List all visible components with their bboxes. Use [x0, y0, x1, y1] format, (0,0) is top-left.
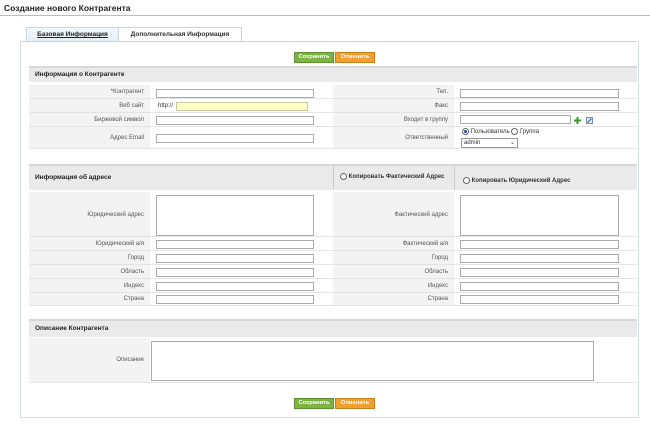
tab-basic-info-label: Базовая Информация [37, 31, 108, 38]
actual-pobox-input[interactable] [460, 240, 619, 249]
legal-country-input[interactable] [156, 295, 314, 304]
copy-actual-option[interactable]: Копировать Фактический Адрес [340, 173, 452, 181]
legal-city-label: Город [127, 255, 144, 261]
legal-city-input[interactable] [156, 254, 314, 263]
group-label: Входит в группу [403, 117, 448, 123]
legal-zip-label: Индекс [123, 283, 144, 289]
email-label: Адрес Email [110, 135, 144, 141]
owner-label: Ответственный [405, 135, 448, 141]
copy-legal-label: Копировать Юридический Адрес [471, 178, 571, 185]
description-label: Описание [116, 357, 144, 363]
address-header-divider [333, 164, 334, 190]
copy-actual-label: Копировать Фактический Адрес [348, 174, 445, 181]
actual-pobox-label: Фактический а/я [402, 241, 448, 247]
actual-region-label: Область [424, 269, 448, 275]
section-address-title: Информация об адресе [35, 174, 112, 181]
tab-basic-info[interactable]: Базовая Информация [26, 27, 119, 41]
email-input[interactable] [156, 134, 314, 143]
actual-region-input[interactable] [460, 268, 619, 277]
title-divider [0, 15, 650, 16]
section-description-title: Описание Контрагента [35, 325, 109, 332]
legal-country-label: Страна [123, 296, 144, 302]
owner-user-radio[interactable] [462, 128, 469, 135]
section-contractor-header: Информация о Контрагенте [29, 66, 637, 82]
legal-pobox-input[interactable] [156, 240, 314, 249]
actual-address-label: Фактический адрес [394, 212, 448, 218]
fax-label: Факс [434, 103, 448, 109]
save-button-bottom[interactable]: Сохранить [294, 398, 334, 409]
copy-actual-radio[interactable] [340, 173, 347, 180]
legal-region-label: Область [120, 269, 144, 275]
owner-type-radios: Пользователь Группа [462, 128, 539, 135]
tab-additional-info[interactable]: Дополнительная Информация [118, 27, 242, 41]
phone-input[interactable] [460, 89, 619, 98]
actual-country-input[interactable] [460, 295, 619, 304]
owner-select[interactable]: admin ⌄ [461, 138, 518, 148]
add-icon[interactable] [574, 117, 581, 124]
ticker-input[interactable] [156, 116, 314, 125]
section-contractor-title: Информация о Контрагенте [35, 71, 125, 78]
owner-group-radio[interactable] [511, 128, 519, 135]
group-input[interactable] [460, 115, 571, 124]
legal-address-textarea[interactable] [156, 195, 314, 236]
address-header-divider [454, 164, 455, 190]
website-input[interactable] [176, 102, 308, 111]
tab-additional-info-label: Дополнительная Информация [130, 31, 230, 38]
actual-zip-label: Индекс [427, 283, 448, 289]
cancel-button-bottom[interactable]: Отменить [335, 398, 375, 409]
website-prefix: http:// [158, 103, 174, 109]
owner-selected-value: admin [464, 140, 481, 146]
section-description-header: Описание Контрагента [29, 319, 637, 337]
legal-pobox-label: Юридический а/я [95, 241, 144, 247]
cancel-button-top[interactable]: Отменить [335, 52, 375, 63]
actual-city-input[interactable] [460, 254, 619, 263]
name-label: *Контрагент [110, 89, 144, 95]
actual-city-label: Город [431, 255, 448, 261]
actual-address-textarea[interactable] [460, 195, 619, 236]
page-title: Создание нового Контрагента [4, 3, 131, 13]
clear-icon[interactable] [586, 117, 593, 124]
save-button-top[interactable]: Сохранить [294, 52, 334, 63]
owner-group-option-label: Группа [519, 129, 539, 136]
copy-legal-option[interactable]: Копировать Юридический Адрес [463, 177, 570, 184]
legal-address-label: Юридический адрес [87, 212, 144, 218]
name-input[interactable] [156, 89, 314, 98]
copy-legal-radio[interactable] [463, 177, 470, 184]
ticker-label: Биржевой символ [94, 117, 144, 123]
owner-user-option-label: Пользователь [470, 129, 510, 136]
website-label: Веб сайт [119, 103, 144, 109]
description-textarea[interactable] [151, 341, 594, 381]
legal-region-input[interactable] [156, 268, 314, 277]
phone-label: Тел. [436, 89, 448, 95]
actual-zip-input[interactable] [460, 282, 619, 291]
chevron-down-icon: ⌄ [509, 140, 515, 146]
fax-input[interactable] [460, 102, 619, 111]
actual-country-label: Страна [427, 296, 448, 302]
legal-zip-input[interactable] [156, 282, 314, 291]
